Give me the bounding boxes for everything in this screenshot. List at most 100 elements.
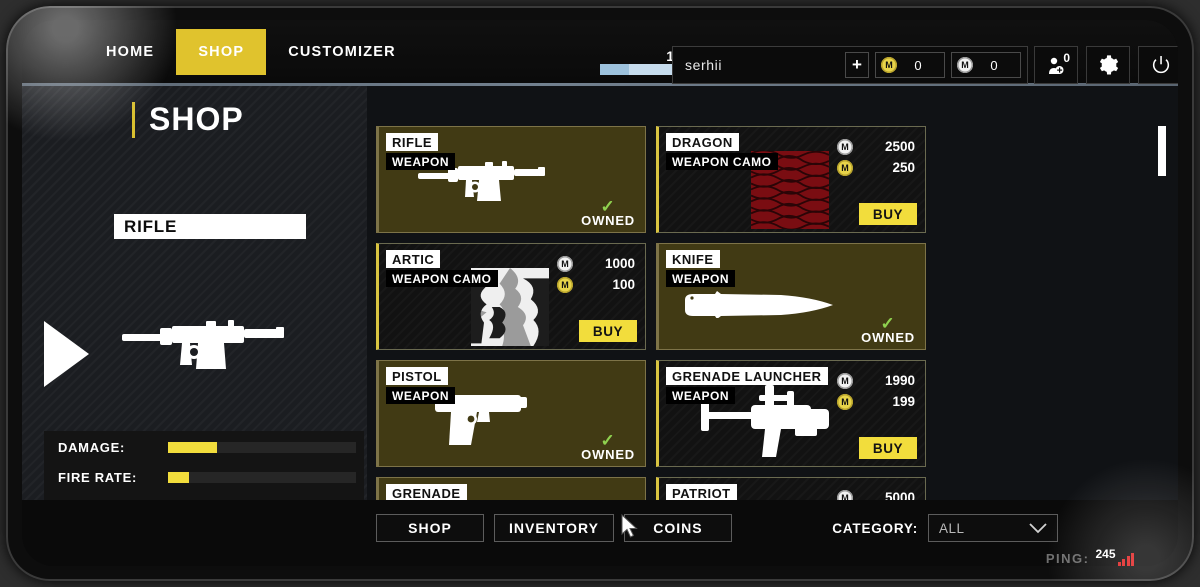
item-name: GRENADE LAUNCHER: [666, 367, 828, 385]
owned-label: OWNED: [861, 330, 915, 345]
check-icon: ✓: [880, 314, 896, 333]
item-price-amount: 1000: [604, 256, 635, 271]
add-currency-button[interactable]: +: [845, 52, 869, 78]
item-type: WEAPON CAMO: [666, 153, 778, 170]
item-price-amount: 2500: [884, 139, 915, 154]
xp-fill: [600, 64, 629, 75]
item-type: WEAPON: [666, 270, 735, 287]
shop-title-row: SHOP: [132, 101, 244, 138]
item-price-amount: 100: [612, 277, 635, 292]
weapon-preview-image: [122, 320, 284, 369]
chevron-down-icon: [1029, 522, 1047, 533]
player-panel: serhii + M0M0: [672, 46, 1028, 84]
stat-track: [168, 442, 356, 453]
shop-item-card[interactable]: ARTIC WEAPON CAMO M 1000 M 100 BUY: [376, 243, 646, 350]
item-name: RIFLE: [386, 133, 439, 151]
stat-track: [168, 472, 356, 483]
item-name: PISTOL: [386, 367, 448, 385]
item-type: WEAPON: [386, 153, 455, 170]
signal-bars-icon: [1117, 553, 1134, 566]
owned-label: OWNED: [581, 213, 635, 228]
stat-fill: [168, 472, 189, 483]
item-type: WEAPON CAMO: [386, 270, 498, 287]
knife-art: [685, 291, 833, 318]
item-price-list: M 1000 M 100: [557, 253, 635, 295]
buy-button[interactable]: BUY: [859, 203, 917, 225]
item-name: KNIFE: [666, 250, 720, 268]
item-type: WEAPON: [666, 387, 735, 404]
title-accent-bar: [132, 101, 135, 138]
owned-badge: ✓OWNED: [861, 314, 915, 345]
silver-coin-icon: M: [837, 372, 853, 389]
friend-count: 0: [1063, 51, 1070, 65]
shop-item-card[interactable]: KNIFE WEAPON ✓ OWNED: [656, 243, 926, 350]
check-icon: ✓: [600, 197, 616, 216]
add-friend-icon: [1048, 57, 1063, 74]
currency-amount: 0: [914, 57, 922, 73]
main-nav: HOME SHOP CUSTOMIZER: [84, 29, 418, 75]
item-price-amount: 250: [892, 160, 915, 175]
buy-button[interactable]: BUY: [579, 320, 637, 342]
level-progress: 1: [600, 48, 674, 75]
category-dropdown[interactable]: ALL: [928, 514, 1058, 542]
bottom-tab-group: SHOP INVENTORY COINS: [376, 514, 732, 542]
shop-scrollbar[interactable]: [1156, 126, 1168, 526]
silver-coin-icon: M: [557, 255, 573, 272]
shop-item-card[interactable]: DRAGON WEAPON CAMO M 2500 M 250 BUY: [656, 126, 926, 233]
shop-item-card[interactable]: RIFLE WEAPON ✓ OWNED: [376, 126, 646, 233]
item-price-list: M 1990 M 199: [837, 370, 915, 412]
ping-value: 245: [1095, 547, 1116, 561]
next-item-arrow-button[interactable]: [44, 321, 89, 387]
gold-coin-icon: M: [837, 393, 853, 410]
nav-tab-customizer[interactable]: CUSTOMIZER: [266, 29, 418, 75]
shop-item-card[interactable]: GRENADE LAUNCHER WEAPON M 1990 M 199 BUY: [656, 360, 926, 467]
page-title: SHOP: [149, 101, 244, 137]
stat-label: DAMAGE:: [58, 440, 126, 455]
ping-label: PING:: [1045, 551, 1090, 566]
shop-item-card[interactable]: PISTOL WEAPON ✓ OWNED: [376, 360, 646, 467]
gold-coin-icon: M: [837, 159, 853, 176]
item-price-row: M 1000: [557, 253, 635, 274]
xp-track: [600, 64, 672, 75]
bottom-tab-inventory[interactable]: INVENTORY: [494, 514, 614, 542]
item-price-amount: 1990: [884, 373, 915, 388]
item-price-list: M 2500 M 250: [837, 136, 915, 178]
currency-group: M0M0: [875, 52, 1027, 78]
currency-silver[interactable]: M0: [951, 52, 1021, 78]
shop-items-scroll-area[interactable]: RIFLE WEAPON ✓ OWNED DRAGON WEAPON CAMO M 2500 M…: [376, 126, 1166, 562]
top-header-bar: HOME SHOP CUSTOMIZER 1 serhii + M0M0 0: [22, 20, 1178, 86]
gold-coin-icon: M: [557, 276, 573, 293]
settings-button[interactable]: [1086, 46, 1130, 84]
shop-scrollbar-thumb[interactable]: [1158, 126, 1166, 176]
gold-coin-icon: M: [881, 57, 897, 73]
silver-coin-icon: M: [957, 57, 973, 73]
item-price-row: M 199: [837, 391, 915, 412]
shop-items-grid: RIFLE WEAPON ✓ OWNED DRAGON WEAPON CAMO M 2500 M…: [376, 126, 936, 562]
stat-row: FIRE RATE:: [58, 464, 364, 491]
bottom-tab-coins[interactable]: COINS: [623, 514, 732, 542]
item-price-row: M 250: [837, 157, 915, 178]
power-button[interactable]: [1138, 46, 1178, 84]
item-type: WEAPON: [386, 387, 455, 404]
stat-label: FIRE RATE:: [58, 470, 137, 485]
owned-label: OWNED: [581, 447, 635, 462]
item-name: ARTIC: [386, 250, 441, 268]
buy-button[interactable]: BUY: [859, 437, 917, 459]
item-price-amount: 199: [892, 394, 915, 409]
nav-tab-shop[interactable]: SHOP: [176, 29, 267, 75]
silver-coin-icon: M: [837, 138, 853, 155]
currency-gold[interactable]: M0: [875, 52, 945, 78]
currency-amount: 0: [990, 57, 998, 73]
item-price-row: M 1990: [837, 370, 915, 391]
category-label: CATEGORY:: [832, 520, 918, 536]
owned-badge: ✓OWNED: [581, 431, 635, 462]
bottom-tab-shop[interactable]: SHOP: [376, 514, 484, 542]
stat-fill: [168, 442, 217, 453]
bottom-bar: SHOP INVENTORY COINS CATEGORY: ALL PING: 2…: [22, 500, 1178, 566]
selected-category-label: RIFLE: [114, 214, 306, 239]
check-icon: ✓: [600, 431, 616, 450]
add-friend-button[interactable]: 0: [1034, 46, 1078, 84]
item-price-row: M 2500: [837, 136, 915, 157]
power-icon: [1152, 56, 1169, 74]
nav-tab-home[interactable]: HOME: [84, 29, 176, 75]
